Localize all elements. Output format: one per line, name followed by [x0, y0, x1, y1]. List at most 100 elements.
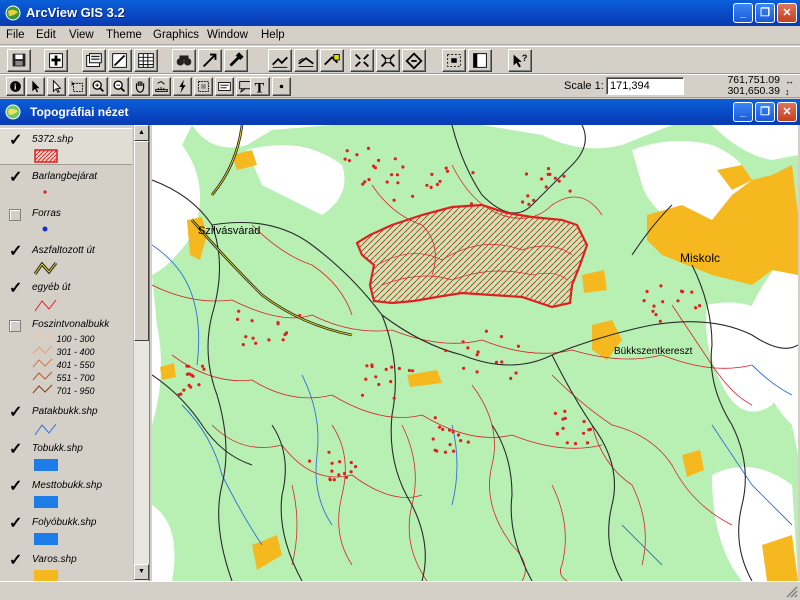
theme-visible-checkbox[interactable]: ✓ — [9, 405, 22, 421]
cave-point — [330, 469, 334, 473]
cave-point — [475, 353, 479, 357]
identify-icon[interactable]: i — [6, 77, 25, 96]
cave-point — [327, 450, 331, 454]
view-minimize-button[interactable]: _ — [733, 102, 753, 122]
theme-folyobukk[interactable]: ✓ Folyóbukk.shp — [0, 512, 132, 549]
blue-fill-symbol — [34, 533, 58, 545]
cave-point — [475, 370, 479, 374]
theme-5372[interactable]: ✓ 5372.shp — [0, 128, 132, 165]
scroll-thumb[interactable] — [134, 141, 149, 341]
area-of-interest-icon[interactable] — [194, 77, 213, 96]
cave-point — [364, 377, 368, 381]
cave-point — [393, 157, 397, 161]
menu-window[interactable]: Window — [207, 29, 248, 41]
clear-selected-icon[interactable] — [468, 49, 492, 72]
cave-point — [588, 427, 593, 431]
theme-name: Folyóbukk.shp — [32, 517, 97, 528]
zoom-full-extent-icon[interactable] — [268, 49, 292, 72]
pan-hand-icon[interactable] — [131, 77, 150, 96]
zoom-to-themes-icon[interactable] — [294, 49, 318, 72]
theme-visible-checkbox[interactable]: ✓ — [9, 281, 22, 297]
menu-file[interactable]: File — [6, 29, 25, 41]
contour-symbol-1 — [32, 332, 53, 342]
label-icon[interactable] — [215, 77, 234, 96]
cave-point — [185, 372, 189, 376]
cave-point — [384, 367, 388, 371]
cave-point — [338, 460, 342, 464]
menu-help[interactable]: Help — [261, 29, 285, 41]
theme-forras[interactable]: Forras — [0, 203, 132, 240]
edit-legend-icon[interactable] — [108, 49, 132, 72]
select-feature-icon[interactable] — [68, 77, 87, 96]
pointer-icon[interactable] — [26, 77, 45, 96]
theme-visible-checkbox[interactable]: ✓ — [9, 442, 22, 458]
map-canvas[interactable] — [152, 125, 798, 581]
menu-view[interactable]: View — [69, 29, 94, 41]
theme-foszintvonalbukk[interactable]: Foszintvonalbukk 100 - 300 301 - 400 401… — [0, 314, 132, 399]
save-project-icon[interactable] — [7, 49, 31, 72]
scroll-down-icon[interactable]: ▼ — [134, 564, 149, 580]
theme-name: Patakbukk.shp — [32, 406, 98, 417]
scroll-up-icon[interactable]: ▲ — [134, 125, 149, 141]
zoom-in-fixed-icon[interactable] — [350, 49, 374, 72]
cave-point — [562, 174, 566, 178]
menu-graphics[interactable]: Graphics — [153, 29, 199, 41]
cave-point — [471, 171, 475, 175]
zoom-out-fixed-icon[interactable] — [376, 49, 400, 72]
maximize-button[interactable]: ❐ — [755, 3, 775, 23]
road-line-symbol — [34, 261, 58, 275]
theme-visible-checkbox[interactable]: ✓ — [9, 516, 22, 532]
close-button[interactable]: ✕ — [777, 3, 797, 23]
help-icon[interactable]: ? — [508, 49, 532, 72]
zoom-out-icon[interactable] — [110, 77, 129, 96]
text-tool-icon[interactable]: T — [250, 77, 270, 96]
scale-input[interactable] — [606, 77, 684, 95]
cave-point — [651, 309, 655, 313]
view-maximize-button[interactable]: ❐ — [755, 102, 775, 122]
open-table-icon[interactable] — [134, 49, 158, 72]
arcview-window: ArcView GIS 3.2 _ ❐ ✕ File Edit View The… — [0, 0, 800, 600]
theme-barlangbejarat[interactable]: ✓ Barlangbejárat — [0, 166, 132, 203]
theme-egyeb-ut[interactable]: ✓ egyéb út — [0, 277, 132, 314]
cave-point — [438, 179, 442, 183]
draw-point-icon[interactable] — [272, 77, 291, 96]
theme-varos[interactable]: ✓ Varos.shp — [0, 549, 132, 581]
add-theme-icon[interactable] — [44, 49, 68, 72]
theme-visible-checkbox[interactable]: ✓ — [9, 553, 22, 569]
map-display[interactable]: Szilvásvárad Miskolc Bükkszentkereszt — [152, 125, 798, 581]
cave-point — [441, 427, 445, 431]
hotlink-icon[interactable] — [173, 77, 192, 96]
theme-aszfaltozott-ut[interactable]: ✓ Aszfaltozott út — [0, 240, 132, 277]
legend-class-4: 551 - 700 — [32, 371, 95, 383]
theme-visible-checkbox[interactable] — [9, 209, 21, 221]
zoom-to-selected-icon[interactable] — [320, 49, 344, 72]
theme-visible-checkbox[interactable]: ✓ — [9, 170, 22, 186]
menu-theme[interactable]: Theme — [106, 29, 142, 41]
toc-scrollbar[interactable]: ▲ ▼ — [133, 125, 149, 581]
theme-patakbukk[interactable]: ✓ Patakbukk.shp — [0, 401, 132, 438]
vertex-edit-icon[interactable] — [47, 77, 66, 96]
theme-visible-checkbox[interactable]: ✓ — [9, 244, 22, 260]
find-icon[interactable] — [172, 49, 196, 72]
theme-properties-icon[interactable] — [82, 49, 106, 72]
theme-tobukk[interactable]: ✓ Tobukk.shp — [0, 438, 132, 475]
resize-grip-icon[interactable] — [784, 584, 798, 598]
theme-visible-checkbox[interactable] — [9, 320, 21, 332]
theme-visible-checkbox[interactable]: ✓ — [9, 133, 22, 149]
cave-point — [654, 313, 658, 317]
theme-visible-checkbox[interactable]: ✓ — [9, 479, 22, 495]
menu-edit[interactable]: Edit — [36, 29, 56, 41]
minimize-button[interactable]: _ — [733, 3, 753, 23]
locate-address-icon[interactable] — [198, 49, 222, 72]
zoom-in-icon[interactable] — [89, 77, 108, 96]
cave-point — [189, 385, 193, 389]
view-close-button[interactable]: ✕ — [777, 102, 797, 122]
cave-point — [433, 416, 437, 420]
measure-icon[interactable] — [152, 77, 171, 96]
contour-symbol-4 — [32, 371, 53, 381]
query-builder-icon[interactable] — [224, 49, 248, 72]
theme-mesttobukk[interactable]: ✓ Mesttobukk.shp — [0, 475, 132, 512]
cave-point — [284, 331, 289, 335]
select-features-icon[interactable] — [442, 49, 466, 72]
zoom-previous-icon[interactable] — [402, 49, 426, 72]
